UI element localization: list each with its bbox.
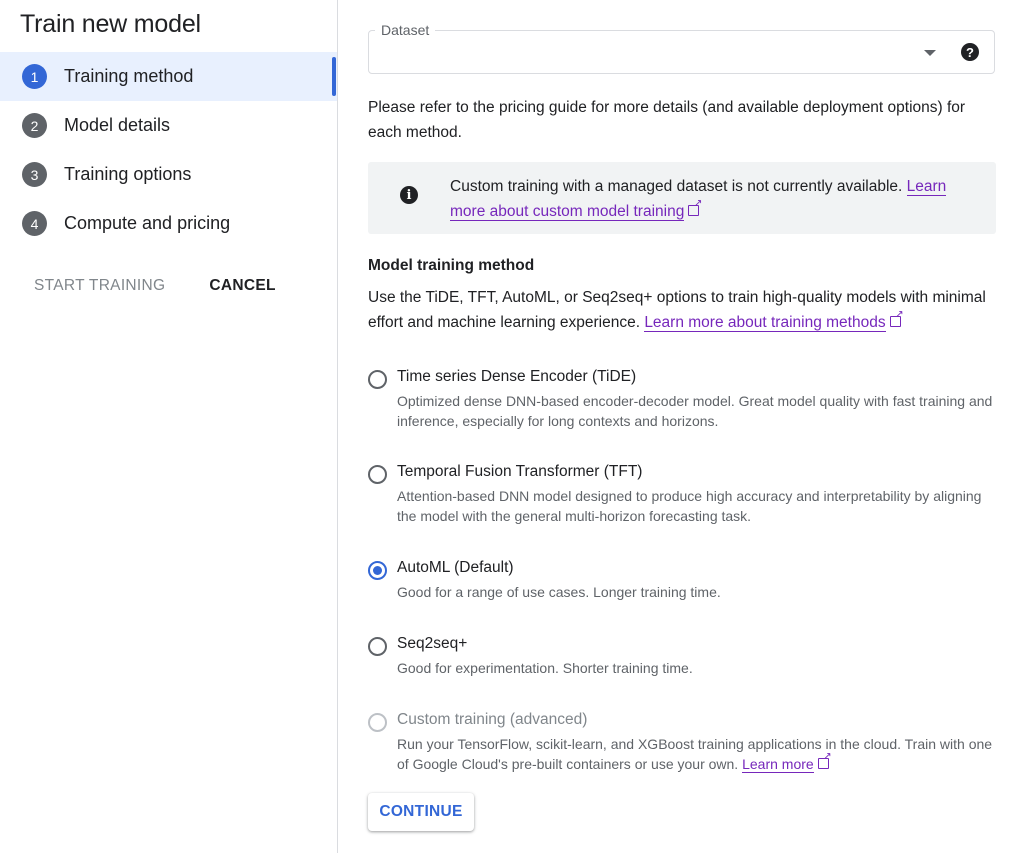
pricing-text: Please refer to the pricing guide for mo…: [368, 99, 966, 141]
step-training-method[interactable]: 1 Training method: [0, 52, 337, 101]
section-title: Model training method: [368, 257, 535, 274]
external-link-icon: [817, 752, 832, 769]
step-label: Compute and pricing: [64, 213, 231, 233]
radio-button[interactable]: [368, 465, 387, 484]
external-link-icon: [889, 310, 904, 327]
radio-button[interactable]: [368, 637, 387, 656]
notice-text-block: Custom training with a managed dataset i…: [450, 174, 980, 224]
learn-more-training-methods-link[interactable]: Learn more about training methods: [644, 314, 886, 332]
step-number: 1: [22, 64, 47, 89]
step-compute-and-pricing[interactable]: 4 Compute and pricing: [0, 199, 337, 248]
stepper: 1 Training method 2 Model details 3 Trai…: [0, 52, 337, 248]
learn-more-link[interactable]: Learn more: [742, 756, 814, 773]
option-description: Optimized dense DNN-based encoder-decode…: [397, 393, 993, 429]
step-training-options[interactable]: 3 Training options: [0, 150, 337, 199]
external-link-icon: [688, 199, 702, 216]
continue-button[interactable]: CONTINUE: [368, 793, 474, 831]
section-description: Use the TiDE, TFT, AutoML, or Seq2seq+ o…: [368, 285, 993, 335]
notice-text: Custom training with a managed dataset i…: [450, 178, 903, 195]
step-number: 4: [22, 211, 47, 236]
option-description: Good for a range of use cases. Longer tr…: [397, 584, 721, 600]
start-training-button[interactable]: START TRAINING: [34, 277, 165, 295]
step-label: Training options: [64, 164, 192, 184]
dataset-label: Dataset: [375, 22, 436, 38]
option-title: Temporal Fusion Transformer (TFT): [397, 463, 643, 480]
option-title: Time series Dense Encoder (TiDE): [397, 368, 637, 385]
step-label: Training method: [64, 66, 194, 86]
help-circle-icon[interactable]: ?: [961, 43, 979, 61]
radio-button-selected[interactable]: [368, 561, 387, 580]
step-number: 2: [22, 113, 47, 138]
dropdown-arrow-icon[interactable]: [924, 50, 936, 56]
option-description: Good for experimentation. Shorter traini…: [397, 660, 693, 676]
cancel-button[interactable]: CANCEL: [209, 277, 275, 295]
sidebar: Train new model 1 Training method 2 Mode…: [0, 0, 338, 853]
link-text: Learn more: [742, 756, 814, 772]
sidebar-actions: START TRAINING CANCEL: [34, 277, 276, 295]
option-description: Attention-based DNN model designed to pr…: [397, 488, 982, 524]
radio-button[interactable]: [368, 370, 387, 389]
option-title: Custom training (advanced): [397, 711, 588, 728]
option-title: AutoML (Default): [397, 559, 514, 576]
option-description: Run your TensorFlow, scikit-learn, and X…: [397, 734, 995, 774]
option-desc-text: Run your TensorFlow, scikit-learn, and X…: [397, 736, 993, 772]
radio-button-disabled: [368, 713, 387, 732]
dataset-select[interactable]: Dataset ?: [368, 22, 995, 74]
step-model-details[interactable]: 2 Model details: [0, 101, 337, 150]
link-text: Learn more about training methods: [644, 314, 886, 331]
option-title: Seq2seq+: [397, 635, 468, 652]
info-notice: i Custom training with a managed dataset…: [368, 162, 996, 234]
page-title: Train new model: [20, 10, 201, 38]
info-icon: i: [400, 186, 418, 204]
step-number: 3: [22, 162, 47, 187]
step-label: Model details: [64, 115, 171, 135]
